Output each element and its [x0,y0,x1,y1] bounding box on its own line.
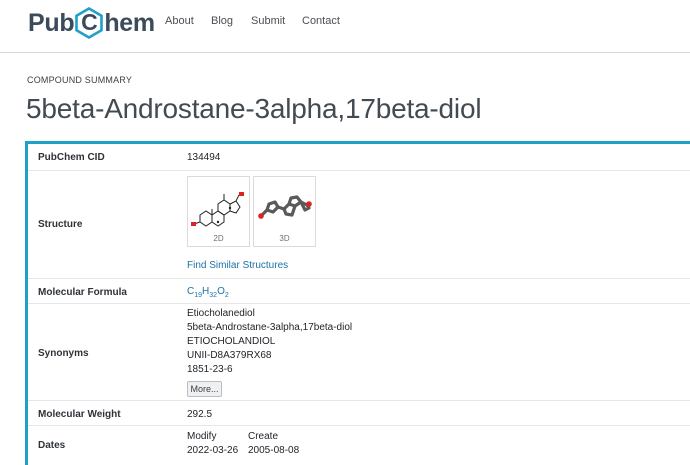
cid-value: 134494 [187,152,221,163]
synonym-item: 1851-23-6 [187,364,233,375]
logo-text-left: Pub [28,8,75,37]
molecular-formula-link[interactable]: C19H32O2 [187,286,229,299]
summary-row-dates: Dates Modify 2022-03-26 Create 2005-08-0… [28,426,690,465]
weight-label: Molecular Weight [38,409,121,420]
summary-row-formula: Molecular Formula C19H32O2 [28,279,690,304]
dates-label: Dates [38,440,66,451]
synonym-item: Etiocholanediol [187,308,255,319]
summary-row-weight: Molecular Weight 292.5 [28,401,690,426]
structure-3d-image [258,195,312,219]
compound-summary-table: PubChem CID 134494 Structure 2D 3D Find … [25,141,690,465]
summary-row-cid: PubChem CID 134494 [28,144,690,171]
formula-subscript: 19 [194,292,203,299]
summary-row-structure: Structure 2D 3D Find Similar Structures [28,171,690,279]
structure-label: Structure [38,219,83,230]
structure-2d-image [191,192,244,227]
find-similar-structures-link[interactable]: Find Similar Structures [187,260,288,271]
formula-label: Molecular Formula [38,287,127,298]
logo-text-right: hem [104,8,155,37]
create-date-value: 2005-08-08 [248,445,300,456]
synonym-item: UNII-D8A379RX68 [187,350,272,361]
cid-label: PubChem CID [38,152,105,163]
summary-row-synonyms: Synonyms Etiocholanediol 5beta-Androstan… [28,304,690,401]
nav-link-contact[interactable]: Contact [302,15,340,27]
thumb-2d-caption: 2D [213,234,224,243]
nav-link-submit[interactable]: Submit [251,15,285,27]
more-synonyms-button[interactable]: More... [187,381,222,397]
nav-link-blog[interactable]: Blog [211,15,233,27]
formula-subscript: 2 [224,292,229,299]
page-title: 5beta-Androstane-3alpha,17beta-diol [26,93,482,124]
create-date-label: Create [248,431,279,442]
hexagon-icon: C [75,7,104,39]
formula-subscript: 32 [209,292,218,299]
logo-text-mid: C [81,9,98,35]
formula-part: O [217,286,225,297]
weight-value: 292.5 [187,409,213,420]
modify-date-value: 2022-03-26 [187,445,239,456]
structure-3d-thumbnail[interactable]: 3D [253,176,316,247]
modify-date-label: Modify [187,431,217,442]
synonyms-label: Synonyms [38,348,89,359]
structure-2d-thumbnail[interactable]: 2D [187,176,250,247]
nav-link-about[interactable]: About [165,15,194,27]
top-navigation-bar: Pub C hem About Blog Submit Contact [0,0,690,53]
synonym-item: ETIOCHOLANDIOL [187,336,276,347]
thumb-3d-caption: 3D [279,234,290,243]
pubchem-logo[interactable]: Pub C hem [28,7,155,39]
synonym-item: 5beta-Androstane-3alpha,17beta-diol [187,322,353,333]
compound-summary-label: COMPOUND SUMMARY [27,75,133,85]
